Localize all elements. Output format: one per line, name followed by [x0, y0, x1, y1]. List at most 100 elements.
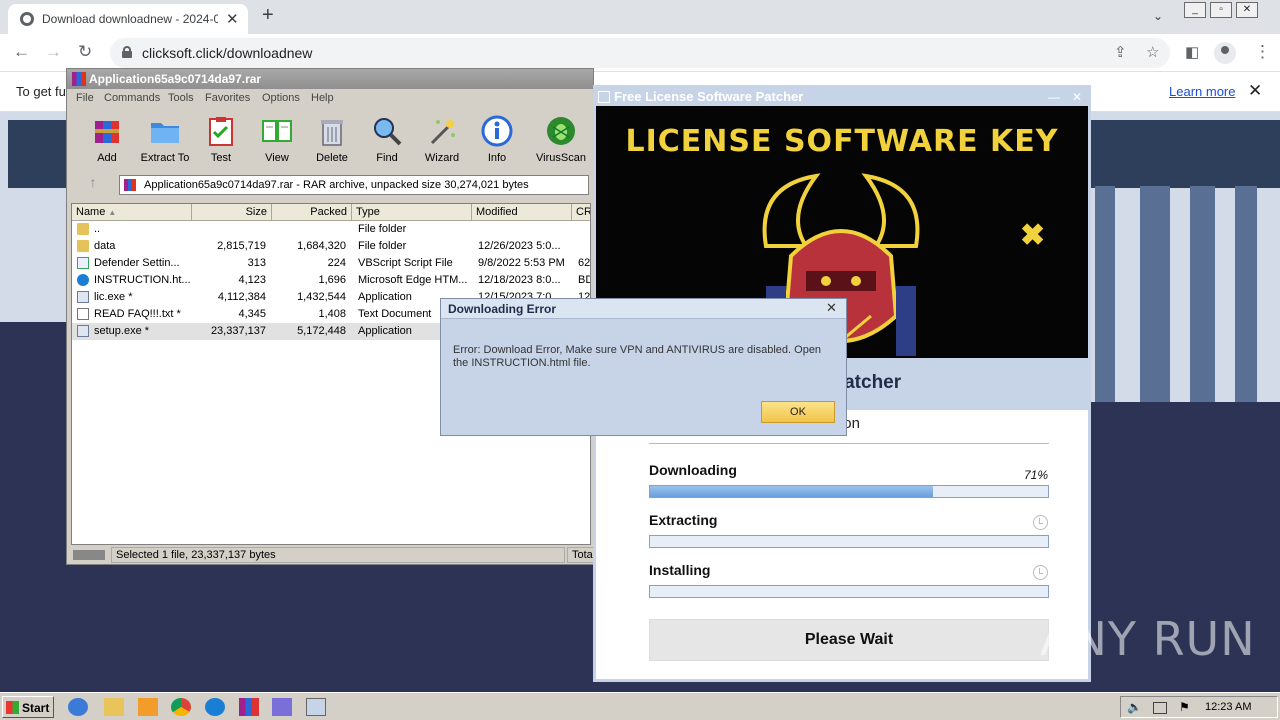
chrome-icon[interactable] [171, 698, 191, 716]
minimize-button[interactable]: _ [1184, 2, 1206, 18]
progress-fill [650, 486, 933, 497]
start-button[interactable]: Start [2, 696, 54, 718]
menu-favorites[interactable]: Favorites [205, 92, 250, 104]
browser-tab[interactable]: Download downloadnew - 2024-01- ✕ [8, 4, 248, 34]
virusscan-button[interactable]: VirusScan [533, 111, 589, 167]
test-button[interactable]: Test [193, 111, 249, 167]
winrar-icon [72, 72, 86, 86]
learn-more-link[interactable]: Learn more [1169, 84, 1235, 99]
profile-avatar[interactable] [1214, 42, 1236, 64]
side-panel-icon[interactable]: ◧ [1185, 43, 1199, 61]
column-header-type[interactable]: Type [352, 204, 472, 221]
tab-search-icon[interactable]: ⌄ [1153, 9, 1163, 23]
ok-button[interactable]: OK [761, 401, 835, 423]
building-shape [1140, 186, 1170, 406]
file-type: VBScript Script File [358, 257, 453, 269]
close-tab-icon[interactable]: ✕ [226, 10, 239, 28]
patcher-title-bar[interactable]: Free License Software Patcher — ✕ [596, 88, 1088, 106]
column-header-name[interactable]: Name ▲ [72, 204, 192, 221]
winrar-title-bar[interactable]: Application65a9c0714da97.rar [67, 69, 593, 89]
please-wait-button[interactable]: Please Wait [649, 619, 1049, 661]
menu-commands[interactable]: Commands [104, 92, 160, 104]
file-explorer-icon[interactable] [104, 698, 124, 716]
minimize-icon[interactable]: — [1048, 90, 1060, 104]
menu-file[interactable]: File [76, 92, 94, 104]
menu-help[interactable]: Help [311, 92, 334, 104]
share-icon[interactable]: ⇪ [1114, 43, 1127, 61]
file-size: 4,123 [238, 274, 266, 286]
close-icon[interactable]: ✕ [1248, 81, 1262, 101]
address-bar[interactable]: clicksoft.click/downloadnew ⇪ ☆ [110, 38, 1170, 68]
close-button[interactable]: ✕ [1236, 2, 1258, 18]
error-message: Error: Download Error, Make sure VPN and… [453, 344, 822, 369]
table-row[interactable]: Defender Settin... 313 224 VBScript Scri… [72, 255, 591, 272]
clock-icon [1033, 515, 1048, 530]
patcher-app-icon[interactable] [306, 698, 326, 716]
bookmark-star-icon[interactable]: ☆ [1146, 43, 1159, 61]
file-packed: 224 [327, 257, 346, 269]
edge-icon[interactable] [205, 698, 225, 716]
file-packed: 1,432,544 [297, 291, 346, 303]
file-crc: 629 [578, 257, 591, 269]
step-label-installing: Installing [649, 562, 711, 578]
network-icon[interactable] [1153, 702, 1167, 714]
close-icon[interactable]: ✕ [826, 300, 837, 316]
add-button[interactable]: Add [79, 111, 135, 167]
magic-wand-icon [430, 120, 455, 145]
wizard-button[interactable]: Wizard [414, 111, 470, 167]
column-header-modified[interactable]: Modified [472, 204, 572, 221]
folder-icon [77, 223, 89, 235]
internet-explorer-icon[interactable] [68, 698, 88, 716]
table-row[interactable]: data 2,815,719 1,684,320 File folder 12/… [72, 238, 590, 255]
vpn-app-icon[interactable] [272, 698, 292, 716]
up-arrow-icon[interactable]: ↑ [73, 174, 113, 196]
start-label: Start [22, 701, 50, 715]
magnifier-icon [374, 118, 402, 146]
reload-icon[interactable]: ↻ [78, 42, 92, 62]
winrar-toolbar: Add Extract To Test View Delete Find Wiz… [75, 111, 587, 167]
info-icon [481, 115, 513, 147]
clock-time: 12:23 AM [1205, 701, 1252, 713]
table-row[interactable]: .. File folder [72, 221, 590, 238]
file-packed: 1,684,320 [297, 240, 346, 252]
column-header-size[interactable]: Size [192, 204, 272, 221]
view-button[interactable]: View [249, 111, 305, 167]
column-header-packed[interactable]: Packed [272, 204, 352, 221]
dialog-title: Downloading Error [448, 302, 556, 316]
info-button[interactable]: Info [469, 111, 525, 167]
forward-icon[interactable]: → [45, 42, 62, 62]
restore-button[interactable]: ▫ [1210, 2, 1232, 18]
winrar-title: Application65a9c0714da97.rar [89, 72, 262, 86]
column-header-crc[interactable]: CR [572, 204, 590, 221]
sparkle-icon: ✖ [1020, 219, 1046, 252]
file-name: lic.exe * [94, 291, 133, 303]
menu-tools[interactable]: Tools [168, 92, 194, 104]
table-row[interactable]: INSTRUCTION.ht... 4,123 1,696 Microsoft … [72, 272, 590, 289]
back-icon[interactable]: ← [13, 42, 30, 62]
file-name: READ FAQ!!!.txt * [94, 308, 181, 320]
extract-to-button[interactable]: Extract To [137, 111, 193, 167]
hero-block [1088, 120, 1280, 188]
delete-button[interactable]: Delete [304, 111, 360, 167]
taskbar: Start 🔈 ⚑ 12:23 AM [0, 692, 1280, 720]
path-field[interactable]: Application65a9c0714da97.rar - RAR archi… [119, 175, 589, 195]
menu-icon[interactable]: ⋮ [1254, 42, 1271, 62]
install-progress-bar [649, 585, 1049, 598]
new-tab-icon[interactable]: + [262, 4, 274, 27]
media-player-icon[interactable] [138, 698, 158, 716]
folder-icon [77, 240, 89, 252]
archive-add-icon [95, 121, 119, 143]
volume-icon[interactable]: 🔈 [1127, 700, 1142, 714]
step-label-downloading: Downloading [649, 462, 737, 478]
flag-icon[interactable]: ⚑ [1179, 700, 1190, 714]
hero-block [8, 120, 68, 188]
info-label: Info [487, 152, 507, 164]
virusscan-label: VirusScan [536, 152, 586, 164]
add-label: Add [97, 152, 117, 164]
find-button[interactable]: Find [359, 111, 415, 167]
menu-options[interactable]: Options [262, 92, 300, 104]
winrar-icon[interactable] [239, 698, 259, 716]
dialog-title-bar[interactable]: Downloading Error ✕ [441, 299, 846, 319]
close-icon[interactable]: ✕ [1072, 90, 1082, 104]
lock-icon [122, 46, 132, 58]
